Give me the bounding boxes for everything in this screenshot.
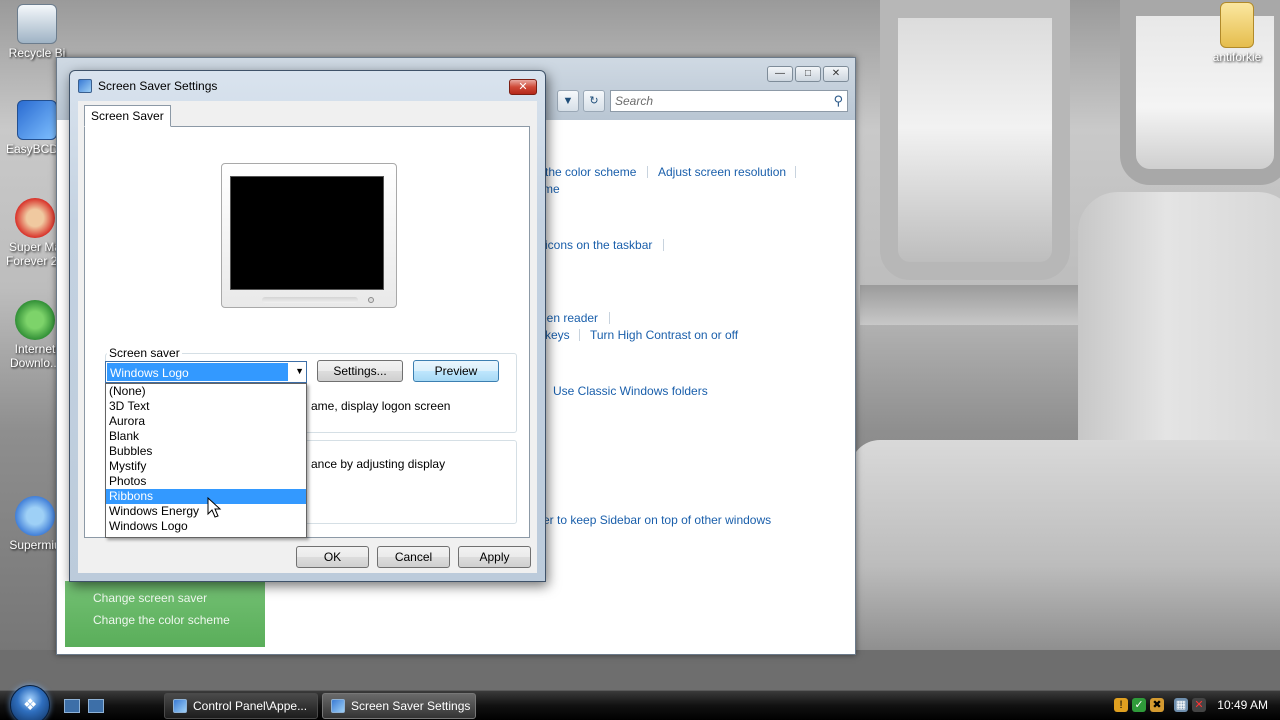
link-taskbar-icons[interactable]: icons on the taskbar — [545, 238, 652, 252]
start-button[interactable]: ❖ — [10, 685, 50, 720]
link-separator — [663, 239, 664, 251]
control-panel-icon — [173, 699, 187, 713]
easybcd-icon — [17, 100, 57, 140]
link-sidebar-on-top[interactable]: er to keep Sidebar on top of other windo… — [543, 513, 771, 527]
refresh-icon[interactable]: ↻ — [583, 90, 605, 112]
tab-screen-saver[interactable]: Screen Saver — [84, 105, 171, 127]
mouse-cursor-icon — [207, 497, 222, 518]
check-icon[interactable]: ✓ — [1132, 698, 1146, 712]
windows-logo-icon: ❖ — [23, 697, 38, 714]
address-nav: ▼ ↻ — [557, 90, 607, 112]
folder-icon — [1220, 2, 1254, 48]
dropdown-option[interactable]: Windows Energy — [106, 504, 306, 519]
screen-saver-dialog: Screen Saver Settings ✕ Screen Saver Scr… — [69, 70, 546, 582]
window-controls: — □ ✕ — [767, 66, 849, 82]
screen-saver-select[interactable]: Windows Logo ▼ — [105, 361, 307, 383]
wallpaper-seat — [850, 440, 1280, 650]
link-change-color-scheme-sidebar[interactable]: Change the color scheme — [65, 609, 265, 631]
taskbar-button-screen-saver[interactable]: Screen Saver Settings — [322, 693, 476, 719]
shield-icon[interactable]: ! — [1114, 698, 1128, 712]
search-placeholder: Search — [615, 94, 654, 108]
network-icon[interactable]: ▦ — [1174, 698, 1188, 712]
minimize-button[interactable]: — — [767, 66, 793, 82]
preview-screen — [230, 176, 384, 290]
volume-muted-icon[interactable]: ✕ — [1192, 698, 1206, 712]
link-separator — [647, 166, 648, 178]
dropdown-option[interactable]: Blank — [106, 429, 306, 444]
tab-panel: Screen saver Windows Logo ▼ Settings... … — [84, 126, 530, 538]
close-button[interactable]: ✕ — [509, 79, 537, 95]
monitor-base — [262, 297, 358, 303]
taskbar-button-label: Control Panel\Appe... — [193, 699, 308, 713]
super-mario-icon — [15, 198, 55, 238]
link-adjust-screen-resolution[interactable]: Adjust screen resolution — [658, 165, 786, 179]
search-icon[interactable]: ⚲ — [833, 93, 843, 109]
wallpaper-window-frame — [880, 0, 1070, 280]
display-icon — [78, 79, 92, 93]
link-high-contrast[interactable]: Turn High Contrast on or off — [590, 328, 738, 342]
screen-saver-group-label: Screen saver — [107, 346, 182, 360]
dialog-body: Screen Saver Screen saver Windows Logo ▼… — [78, 101, 537, 573]
dropdown-option[interactable]: (None) — [106, 384, 306, 399]
supermiu-icon — [15, 496, 55, 536]
link-change-color-scheme[interactable]: the color scheme — [545, 165, 636, 179]
power-text: ance by adjusting display — [311, 457, 446, 471]
taskbar: ❖ Control Panel\Appe... Screen Saver Set… — [0, 685, 1280, 720]
dropdown-option[interactable]: Photos — [106, 474, 306, 489]
desktop-icon-antiforkie[interactable]: antiforkie — [1202, 2, 1272, 64]
address-dropdown-icon[interactable]: ▼ — [557, 90, 579, 112]
dropdown-option[interactable]: 3D Text — [106, 399, 306, 414]
preview-button[interactable]: Preview — [413, 360, 499, 382]
recycle-bin-icon — [17, 4, 57, 44]
on-resume-text: ame, display logon screen — [311, 399, 451, 413]
security-icon[interactable]: ✖ — [1150, 698, 1164, 712]
dropdown-option[interactable]: Mystify — [106, 459, 306, 474]
desktop-icon-label: antiforkie — [1212, 50, 1262, 64]
link-screen-reader[interactable]: een reader — [540, 311, 598, 325]
dropdown-option[interactable]: Windows Logo — [106, 519, 306, 534]
link-separator — [795, 166, 796, 178]
taskbar-button-control-panel[interactable]: Control Panel\Appe... — [164, 693, 318, 719]
desktop-icon-recycle-bin[interactable]: Recycle Bi — [2, 4, 72, 60]
selected-screen-saver: Windows Logo — [107, 363, 288, 381]
screen-saver-dropdown-list: (None) 3D Text Aurora Blank Bubbles Myst… — [105, 383, 307, 538]
power-led-icon — [368, 297, 374, 303]
close-button[interactable]: ✕ — [823, 66, 849, 82]
taskbar-button-label: Screen Saver Settings — [351, 699, 471, 713]
chevron-down-icon: ▼ — [295, 366, 304, 376]
search-input[interactable]: Search ⚲ — [610, 90, 848, 112]
apply-button[interactable]: Apply — [458, 546, 531, 568]
display-icon — [331, 699, 345, 713]
link-separator — [579, 329, 580, 341]
system-tray: ! ✓ ✖ ▦ ✕ 10:49 AM — [1108, 691, 1280, 720]
link-keys[interactable]: keys — [545, 328, 570, 342]
dialog-title: Screen Saver Settings — [98, 79, 218, 93]
ok-button[interactable]: OK — [296, 546, 369, 568]
link-classic-folders[interactable]: Use Classic Windows folders — [553, 384, 708, 398]
link-separator — [609, 312, 610, 324]
show-desktop-icon[interactable] — [64, 699, 80, 713]
cancel-button[interactable]: Cancel — [377, 546, 450, 568]
dropdown-option[interactable]: Bubbles — [106, 444, 306, 459]
internet-download-icon — [15, 300, 55, 340]
see-also-panel: Change screen saver Change the color sch… — [65, 581, 265, 647]
dropdown-option[interactable]: Aurora — [106, 414, 306, 429]
link-change-screen-saver[interactable]: Change screen saver — [65, 587, 265, 609]
settings-button[interactable]: Settings... — [317, 360, 403, 382]
wallpaper-floor — [0, 650, 1280, 690]
maximize-button[interactable]: □ — [795, 66, 821, 82]
clock[interactable]: 10:49 AM — [1217, 698, 1268, 712]
switch-windows-icon[interactable] — [88, 699, 104, 713]
monitor-preview — [221, 163, 397, 308]
dropdown-option-highlighted[interactable]: Ribbons — [106, 489, 306, 504]
